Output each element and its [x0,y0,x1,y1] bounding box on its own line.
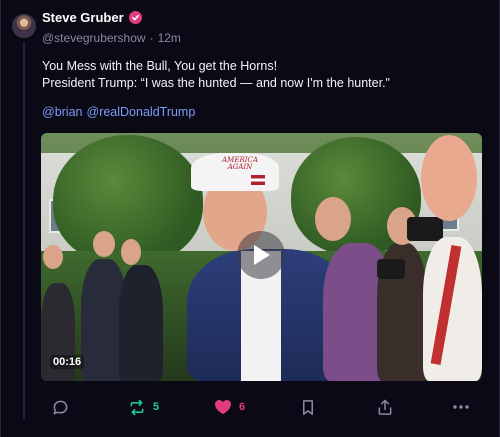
post-text-line: President Trump: “I was the hunted — and… [42,76,390,90]
play-icon [254,245,270,265]
play-button[interactable] [237,231,285,279]
bookmark-icon [302,399,314,415]
more-icon [453,405,469,409]
repost-icon [130,399,144,415]
more-options-button[interactable] [452,396,470,418]
share-icon [378,399,392,415]
mentions: @brian @realDonaldTrump [42,105,195,119]
repost-button[interactable]: 5 [128,396,159,418]
video-player[interactable]: AMERICA AGAIN 00:16 [41,133,482,381]
video-person-head [421,135,477,221]
share-button[interactable] [377,396,393,418]
video-person-head [121,239,141,265]
post-time[interactable]: 12m [158,31,181,45]
author-row: Steve Gruber [42,10,181,25]
author-meta: @stevegrubershow · 12m [42,31,181,45]
video-camera [377,259,405,279]
video-timecode: 00:16 [50,355,85,369]
video-person [119,265,163,381]
bookmark-button[interactable] [301,396,315,418]
verified-badge-icon [128,11,142,24]
heart-icon [215,400,231,414]
post-header: Steve Gruber @stevegrubershow · 12m [42,10,181,45]
video-person-head [315,197,351,241]
post-actions: 5 6 [42,396,482,418]
post-text: You Mess with the Bull, You get the Horn… [42,58,482,92]
video-hat-text: AMERICA AGAIN [217,157,263,171]
repost-count: 5 [153,401,160,413]
author-display-name[interactable]: Steve Gruber [42,10,124,25]
post-text-line: You Mess with the Bull, You get the Horn… [42,59,278,73]
reply-button[interactable] [52,396,69,418]
reply-icon [53,400,68,414]
thread-line [23,42,25,420]
like-button[interactable]: 6 [214,396,245,418]
avatar[interactable] [12,14,36,38]
mention-link[interactable]: @realDonaldTrump [87,105,196,119]
meta-separator: · [149,31,154,45]
video-camera [407,217,443,241]
author-handle[interactable]: @stevegrubershow [42,31,146,45]
video-person-head [43,245,63,269]
like-count: 6 [239,401,246,413]
mention-link[interactable]: @brian [42,105,83,119]
video-person-head [93,231,115,257]
hat-text-line: AGAIN [227,163,253,171]
video-hat-flag [251,175,265,185]
